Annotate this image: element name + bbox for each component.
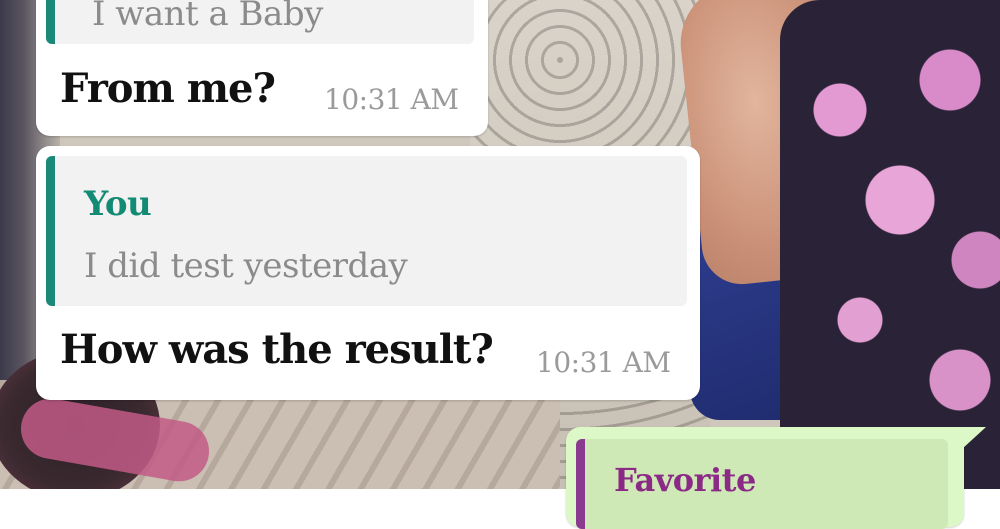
message-timestamp: 10:31 AM [536, 346, 671, 379]
message-bubble[interactable]: I want a Baby From me? 10:31 AM [36, 0, 488, 136]
message-text: How was the result? [60, 326, 494, 373]
message-bubble[interactable]: You I did test yesterday How was the res… [36, 146, 700, 400]
message-bubble-outgoing[interactable]: Favorite [566, 427, 964, 529]
message-timestamp: 10:31 AM [324, 83, 459, 116]
message-text: From me? [60, 65, 276, 112]
quoted-message[interactable]: I want a Baby [46, 0, 474, 44]
quoted-message[interactable]: You I did test yesterday [46, 156, 687, 306]
quote-accent-bar [46, 156, 55, 306]
quoted-message-text: I want a Baby [92, 0, 323, 34]
quoted-message-text: I did test yesterday [84, 246, 408, 286]
quote-accent-bar [576, 439, 585, 529]
wallpaper-person-dress [780, 0, 1000, 489]
quote-accent-bar [46, 0, 55, 44]
outgoing-bubble-tail [962, 427, 986, 449]
quoted-message-author: You [84, 184, 152, 224]
quoted-message[interactable]: Favorite [576, 439, 948, 529]
quoted-message-author: Favorite [614, 461, 756, 499]
